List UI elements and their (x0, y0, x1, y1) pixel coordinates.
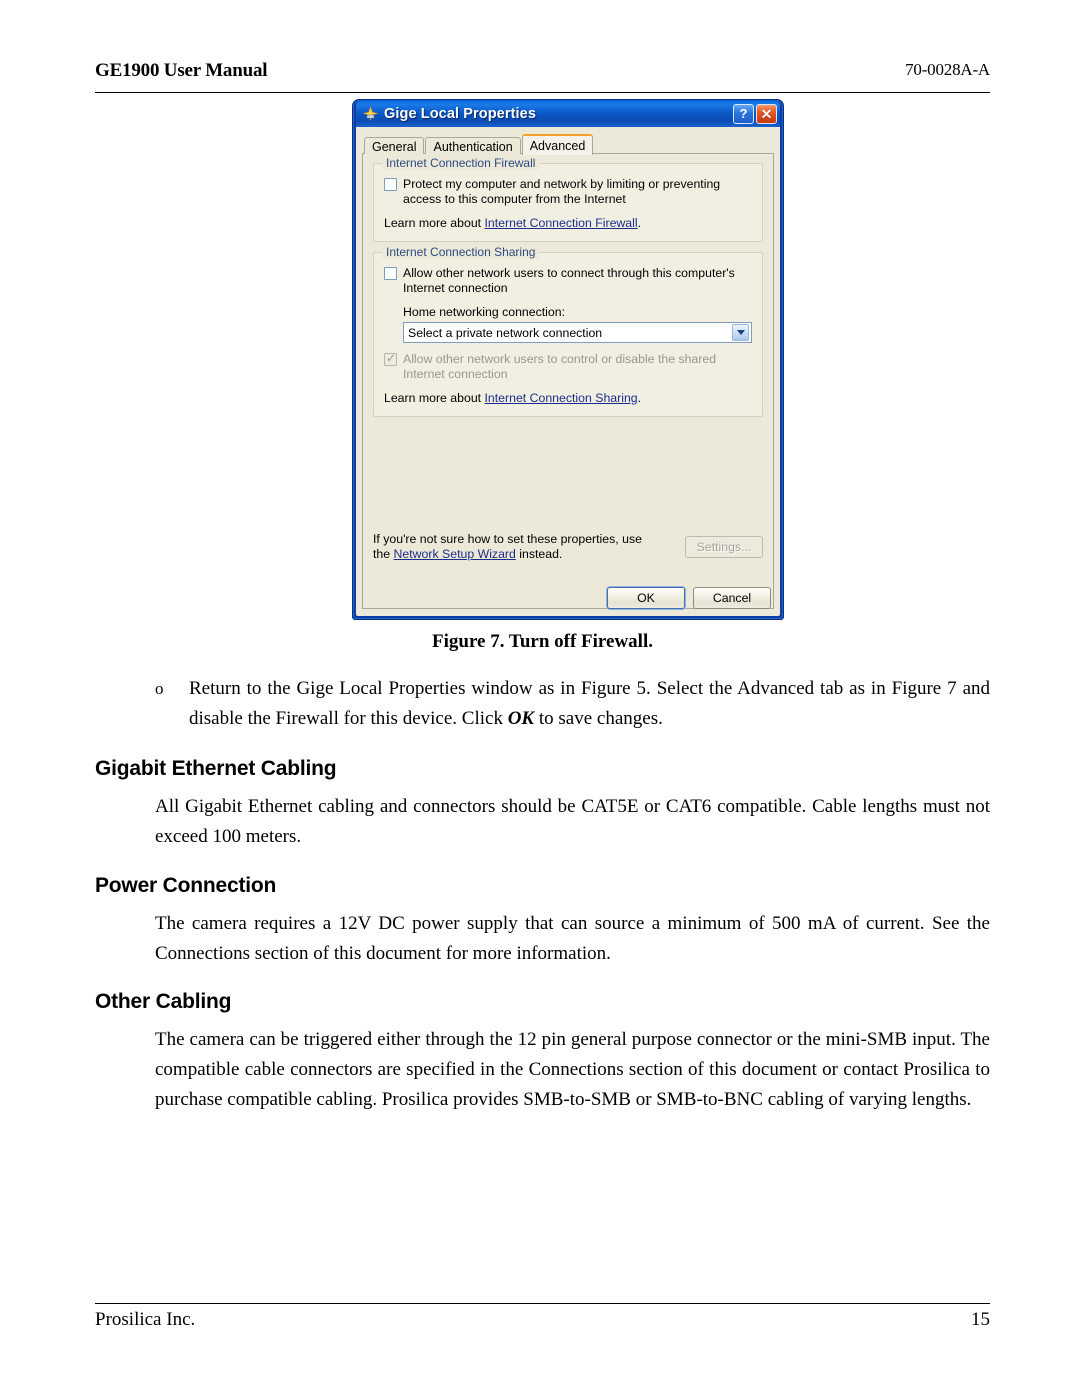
paragraph-other-cabling: The camera can be triggered either throu… (155, 1029, 990, 1110)
checkmark-icon: ✓ (386, 351, 397, 365)
internet-connection-firewall-group: Internet Connection Firewall Protect my … (373, 156, 763, 242)
header-document-number: 70-0028A-A (905, 60, 990, 79)
dialog-title: Gige Local Properties (384, 105, 536, 122)
tab-strip: General Authentication Advanced (362, 132, 774, 155)
ok-button[interactable]: OK (607, 587, 685, 609)
figure-caption: Figure 7. Turn off Firewall. (432, 631, 653, 652)
dialog-body: General Authentication Advanced Internet… (356, 127, 780, 616)
dialog-button-row: OK Cancel (607, 587, 771, 609)
close-icon[interactable]: ✕ (756, 103, 777, 124)
bullet-text-part2: to save changes. (534, 708, 663, 729)
network-connection-icon (362, 105, 379, 122)
home-networking-connection-label: Home networking connection: (403, 305, 565, 319)
footer-company: Prosilica Inc. (95, 1309, 196, 1330)
settings-button: Settings... (685, 536, 763, 558)
bullet-text-emphasis: OK (507, 708, 535, 729)
sharing-learn-more-suffix: . (637, 391, 642, 405)
firewall-learn-more-link[interactable]: Internet Connection Firewall (485, 216, 638, 230)
page-footer: Prosilica Inc. 15 (95, 1303, 990, 1331)
firewall-protect-checkbox[interactable] (384, 178, 397, 191)
firewall-learn-more-prefix: Learn more about (384, 216, 485, 230)
firewall-learn-more: Learn more about Internet Connection Fir… (384, 216, 752, 231)
firewall-group-legend: Internet Connection Firewall (382, 156, 540, 170)
sharing-allow-connect-label: Allow other network users to connect thr… (403, 266, 735, 295)
header-document-title: GE1900 User Manual (95, 60, 268, 81)
paragraph-power-connection: The camera requires a 12V DC power suppl… (155, 913, 990, 964)
chevron-down-icon[interactable] (732, 324, 749, 341)
sharing-learn-more: Learn more about Internet Connection Sha… (384, 391, 752, 406)
sharing-learn-more-link[interactable]: Internet Connection Sharing (485, 391, 638, 405)
tab-authentication[interactable]: Authentication (425, 137, 521, 154)
wizard-note-line1: If you're not sure how to set these prop… (373, 532, 642, 546)
bullet-marker: o (155, 679, 164, 698)
gige-local-properties-dialog: Gige Local Properties ? ✕ General Authen… (352, 99, 784, 620)
titlebar-buttons: ? ✕ (733, 103, 777, 124)
home-networking-connection-select[interactable]: Select a private network connection (403, 322, 752, 343)
bullet-list-item: o Return to the Gige Local Properties wi… (155, 674, 990, 734)
firewall-protect-label: Protect my computer and network by limit… (403, 177, 721, 206)
sharing-allow-connect-checkbox-row[interactable]: Allow other network users to connect thr… (384, 266, 752, 296)
wizard-note-line2-prefix: the (373, 547, 394, 561)
page-header: GE1900 User Manual 70-0028A-A (95, 60, 990, 93)
wizard-note-row: If you're not sure how to set these prop… (373, 532, 763, 562)
advanced-tab-panel: Internet Connection Firewall Protect my … (362, 153, 774, 609)
help-icon[interactable]: ? (733, 103, 754, 124)
bullet-text: Return to the Gige Local Properties wind… (189, 674, 990, 734)
network-setup-wizard-link[interactable]: Network Setup Wizard (394, 547, 516, 561)
sharing-allow-control-label: Allow other network users to control or … (403, 352, 717, 381)
wizard-note-text: If you're not sure how to set these prop… (373, 532, 642, 562)
sharing-allow-control-checkbox-row: ✓ Allow other network users to control o… (384, 352, 752, 382)
heading-other-cabling: Other Cabling (95, 990, 232, 1013)
dialog-titlebar[interactable]: Gige Local Properties ? ✕ (356, 100, 780, 127)
paragraph-gigabit-ethernet-cabling: All Gigabit Ethernet cabling and connect… (155, 796, 990, 847)
tab-advanced[interactable]: Advanced (521, 134, 594, 155)
heading-gigabit-ethernet-cabling: Gigabit Ethernet Cabling (95, 757, 337, 780)
firewall-learn-more-suffix: . (637, 216, 642, 230)
home-networking-connection-value: Select a private network connection (408, 325, 603, 340)
sharing-allow-control-checkbox: ✓ (384, 351, 397, 366)
close-glyph: ✕ (760, 105, 773, 122)
tab-general[interactable]: General (364, 137, 425, 154)
sharing-group-legend: Internet Connection Sharing (382, 245, 540, 259)
footer-page-number: 15 (971, 1309, 990, 1330)
internet-connection-sharing-group: Internet Connection Sharing Allow other … (373, 245, 763, 417)
heading-power-connection: Power Connection (95, 874, 277, 897)
sharing-learn-more-prefix: Learn more about (384, 391, 485, 405)
sharing-allow-connect-checkbox[interactable] (384, 267, 397, 280)
wizard-note-line2-suffix: instead. (515, 547, 563, 561)
chevron-glyph (736, 330, 745, 335)
cancel-button[interactable]: Cancel (693, 587, 771, 609)
firewall-protect-checkbox-row[interactable]: Protect my computer and network by limit… (384, 177, 752, 207)
